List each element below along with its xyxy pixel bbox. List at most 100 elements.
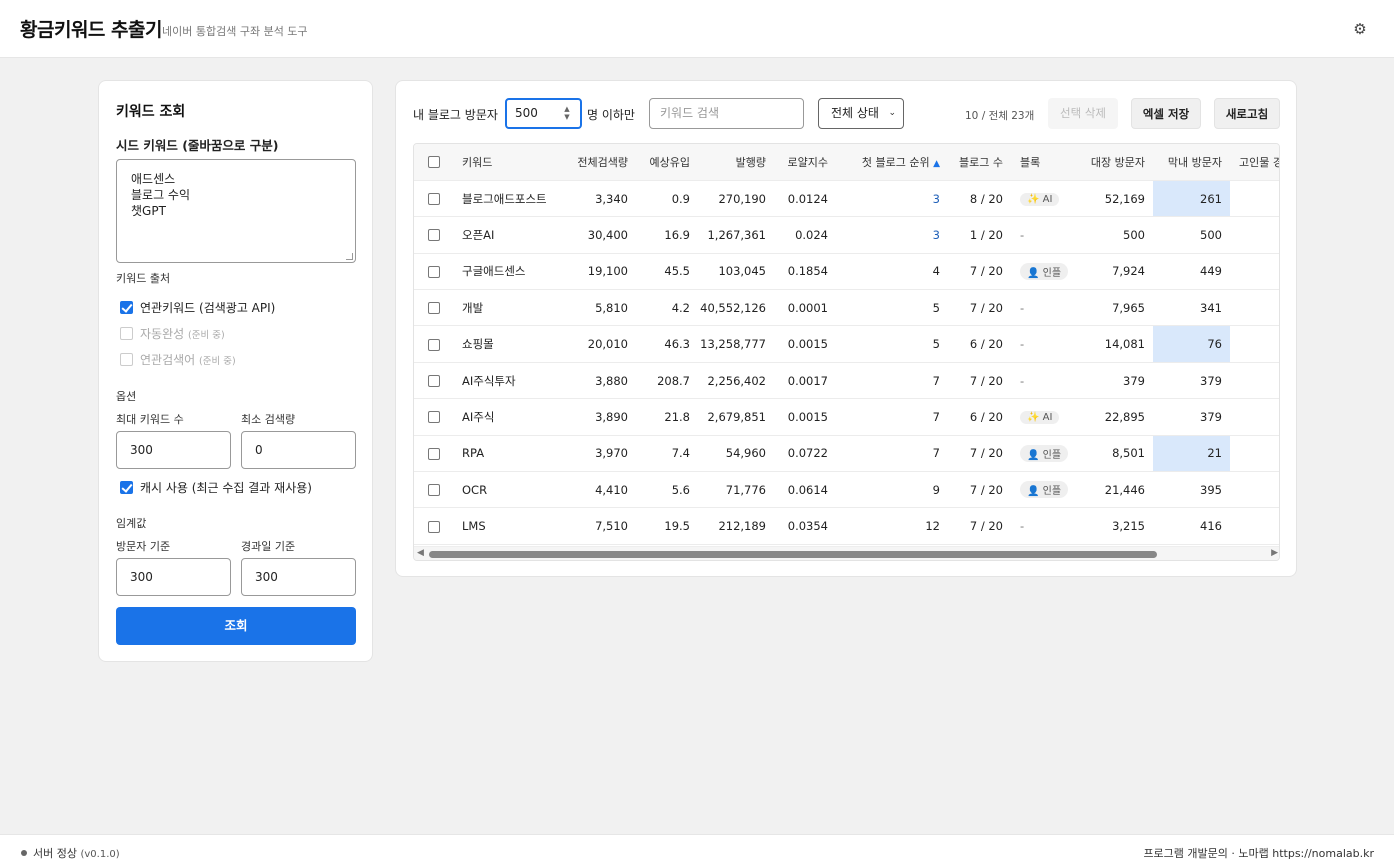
row-checkbox[interactable] [427,447,440,460]
visitor-threshold-input[interactable]: 300 [116,558,231,596]
table-row[interactable]: AI주식 3,890 21.8 2,679,851 0.0015 7 6 / 20 ✨ AI 2… [414,398,1279,436]
results-panel: 내 블로그 방문자 500 ▲ ▼ 명 이하만 키워드 검색 전체 상태 ⌄ 10… [395,80,1297,577]
col-published[interactable]: 발행량 [698,144,774,181]
cell-royal-index: 0.0015 [774,398,836,436]
table-row[interactable]: 구글애드센스 19,100 45.5 103,045 0.1854 4 7 / 20 👤 인플… [414,253,1279,291]
cell-royal-index: 0.0017 [774,362,836,400]
table-row[interactable]: RPA 3,970 7.4 54,960 0.0722 7 7 / 20 👤 인플 8,501 2… [414,435,1279,473]
cell-first-blog-rank: 9 [836,471,948,509]
cell-block: 👤 인플 [1011,435,1077,473]
col-expected-inflow[interactable]: 예상유입 [636,144,698,181]
scroll-left-icon[interactable]: ◀ [417,548,424,558]
row-checkbox[interactable] [427,375,440,388]
cell-youngest-visitors: 21 [1153,435,1230,473]
row-select-cell[interactable] [414,289,453,327]
max-keywords-input[interactable]: 300 [116,431,231,469]
cell-keyword: 오픈AI [453,216,560,254]
select-all-checkbox[interactable] [427,156,440,169]
row-checkbox[interactable] [427,302,440,315]
row-select-cell[interactable] [414,398,453,436]
resize-handle[interactable] [346,253,353,260]
table-row[interactable]: 개발 5,810 4.2 40,552,126 0.0001 5 7 / 20-7,965 3… [414,289,1279,327]
table-row[interactable]: OCR 4,410 5.6 71,776 0.0614 9 7 / 20 👤 인플 21,446… [414,471,1279,509]
source-related-checkbox[interactable] [120,301,133,314]
cell-block: ✨ AI [1011,180,1077,218]
col-first-blog-rank[interactable]: 첫 블로그 순위 ▲ [836,144,948,181]
select-all-cell[interactable] [414,144,453,181]
row-select-cell[interactable] [414,435,453,473]
cell-total-search: 3,880 [560,362,636,400]
row-select-cell[interactable] [414,507,453,545]
cell-first-blog-rank[interactable]: 3 [836,180,948,218]
row-checkbox[interactable] [427,193,440,206]
scroll-right-icon[interactable]: ▶ [1271,548,1278,558]
days-threshold-label: 경과일 기준 [241,540,296,553]
visitor-filter-input[interactable]: 500 ▲ ▼ [505,98,582,129]
cell-royal-index: 0.0015 [774,325,836,363]
cell-royal-index: 0.1854 [774,253,836,291]
cell-expected-inflow: 45.5 [636,253,698,291]
cell-total-search: 5,810 [560,289,636,327]
cell-keyword: LMS [453,507,560,545]
table-row[interactable]: 오픈AI 30,400 16.9 1,267,361 0.024 3 1 / 20-500 5… [414,216,1279,254]
col-keyword[interactable]: 키워드 [453,144,560,181]
status-select[interactable]: 전체 상태 ⌄ [818,98,904,129]
col-total-search[interactable]: 전체검색량 [560,144,636,181]
gear-icon[interactable]: ⚙ [1351,20,1369,38]
cell-leader-visitors: 379 [1077,362,1153,400]
col-stale[interactable]: 고인물 경 [1230,144,1279,181]
table-row[interactable]: LMS 7,510 19.5 212,189 0.0354 12 7 / 20-3,215 4… [414,507,1279,545]
query-button[interactable]: 조회 [116,607,356,645]
row-select-cell[interactable] [414,471,453,509]
refresh-button[interactable]: 새로고침 [1214,98,1280,129]
cell-total-search: 3,340 [560,180,636,218]
col-block[interactable]: 블록 [1011,144,1077,181]
row-select-cell[interactable] [414,325,453,363]
source-related-search-checkbox[interactable] [120,353,133,366]
source-note: (준비 중) [199,356,236,367]
cell-stale [1230,289,1279,327]
cell-royal-index: 0.0722 [774,435,836,473]
source-related-search-label: 연관검색어 (준비 중) [140,353,236,367]
col-blog-count[interactable]: 블로그 수 [948,144,1011,181]
table-row[interactable]: AI주식투자 3,880 208.7 2,256,402 0.0017 7 7 / 20-3… [414,362,1279,400]
row-checkbox[interactable] [427,265,440,278]
delete-selected-button[interactable]: 선택 삭제 [1048,98,1118,129]
excel-save-button[interactable]: 엑셀 저장 [1131,98,1201,129]
row-checkbox[interactable] [427,411,440,424]
table-row[interactable]: 쇼핑몰 20,010 46.3 13,258,777 0.0015 5 6 / 20-14,… [414,325,1279,363]
days-threshold-input[interactable]: 300 [241,558,356,596]
cell-block: - [1011,216,1077,254]
row-select-cell[interactable] [414,362,453,400]
source-autocomplete-checkbox[interactable] [120,327,133,340]
cell-youngest-visitors: 416 [1153,507,1230,545]
source-note: (준비 중) [188,330,225,341]
cell-keyword: AI주식투자 [453,362,560,400]
col-leader-visitors[interactable]: 대장 방문자 [1077,144,1153,181]
col-royal-index[interactable]: 로얄지수 [774,144,836,181]
cell-youngest-visitors: 449 [1153,253,1230,291]
spinner-icon[interactable]: ▲ ▼ [563,105,571,121]
keyword-search-input[interactable]: 키워드 검색 [649,98,804,129]
row-select-cell[interactable] [414,253,453,291]
horizontal-scrollbar[interactable]: ◀ ▶ [414,546,1279,560]
cell-block: - [1011,507,1077,545]
cache-checkbox[interactable] [120,481,133,494]
row-checkbox[interactable] [427,520,440,533]
row-checkbox[interactable] [427,338,440,351]
min-search-input[interactable]: 0 [241,431,356,469]
seed-keyword-textarea[interactable]: 애드센스 블로그 수익 챗GPT [116,159,356,263]
version: (v0.1.0) [80,849,120,860]
cell-leader-visitors: 8,501 [1077,435,1153,473]
row-select-cell[interactable] [414,180,453,218]
cell-expected-inflow: 5.6 [636,471,698,509]
col-youngest-visitors[interactable]: 막내 방문자 [1153,144,1230,181]
row-select-cell[interactable] [414,216,453,254]
row-checkbox[interactable] [427,484,440,497]
sort-asc-icon: ▲ [933,158,940,169]
table-row[interactable]: 블로그애드포스트 3,340 0.9 270,190 0.0124 3 8 / 20 ✨ AI… [414,180,1279,218]
cell-first-blog-rank[interactable]: 3 [836,216,948,254]
row-checkbox[interactable] [427,229,440,242]
cell-keyword: 쇼핑몰 [453,325,560,363]
scrollbar-thumb[interactable] [429,551,1157,558]
